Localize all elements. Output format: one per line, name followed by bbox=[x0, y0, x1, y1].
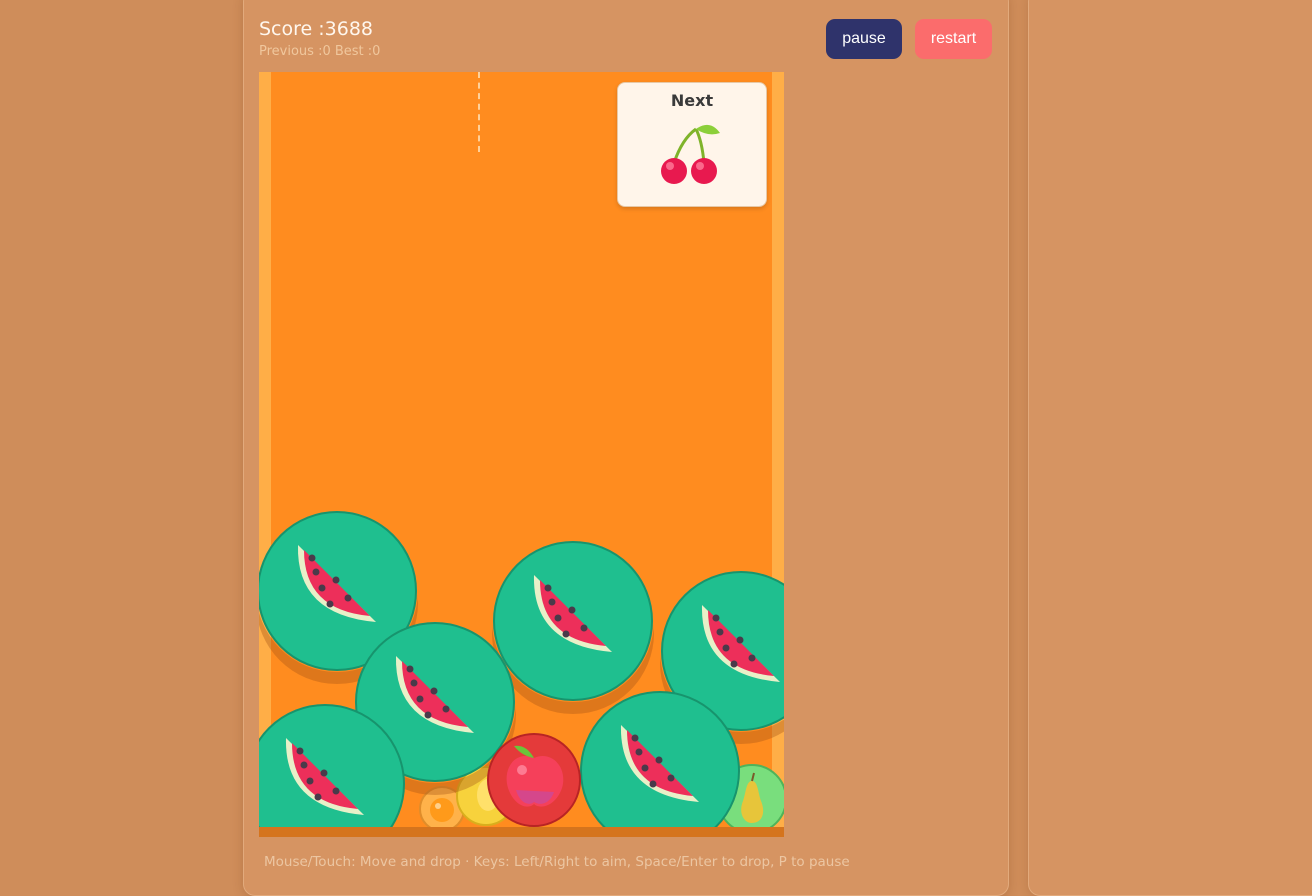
cherry-icon bbox=[661, 124, 720, 184]
apple-icon bbox=[487, 733, 581, 827]
board-floor bbox=[259, 827, 784, 837]
fruit-apple bbox=[486, 732, 582, 828]
game-board[interactable]: Next bbox=[259, 72, 784, 837]
side-panel bbox=[1028, 0, 1312, 896]
score-display: Score :3688 bbox=[259, 18, 374, 40]
pause-button[interactable]: pause bbox=[826, 19, 902, 59]
next-label: Next bbox=[670, 91, 714, 110]
controls-help-text: Mouse/Touch: Move and drop · Keys: Left/… bbox=[264, 854, 850, 870]
watermelon-icon bbox=[580, 691, 740, 837]
aim-guide-line bbox=[478, 72, 480, 152]
restart-button[interactable]: restart bbox=[915, 19, 992, 59]
next-fruit-panel: Next bbox=[617, 82, 767, 207]
watermelon-icon bbox=[493, 541, 653, 701]
fruit-watermelon bbox=[259, 703, 406, 837]
watermelon-icon bbox=[259, 704, 405, 837]
previous-best-display: Previous :0 Best :0 bbox=[259, 44, 381, 59]
fruit-watermelon bbox=[492, 540, 654, 702]
fruit-watermelon bbox=[579, 690, 741, 837]
